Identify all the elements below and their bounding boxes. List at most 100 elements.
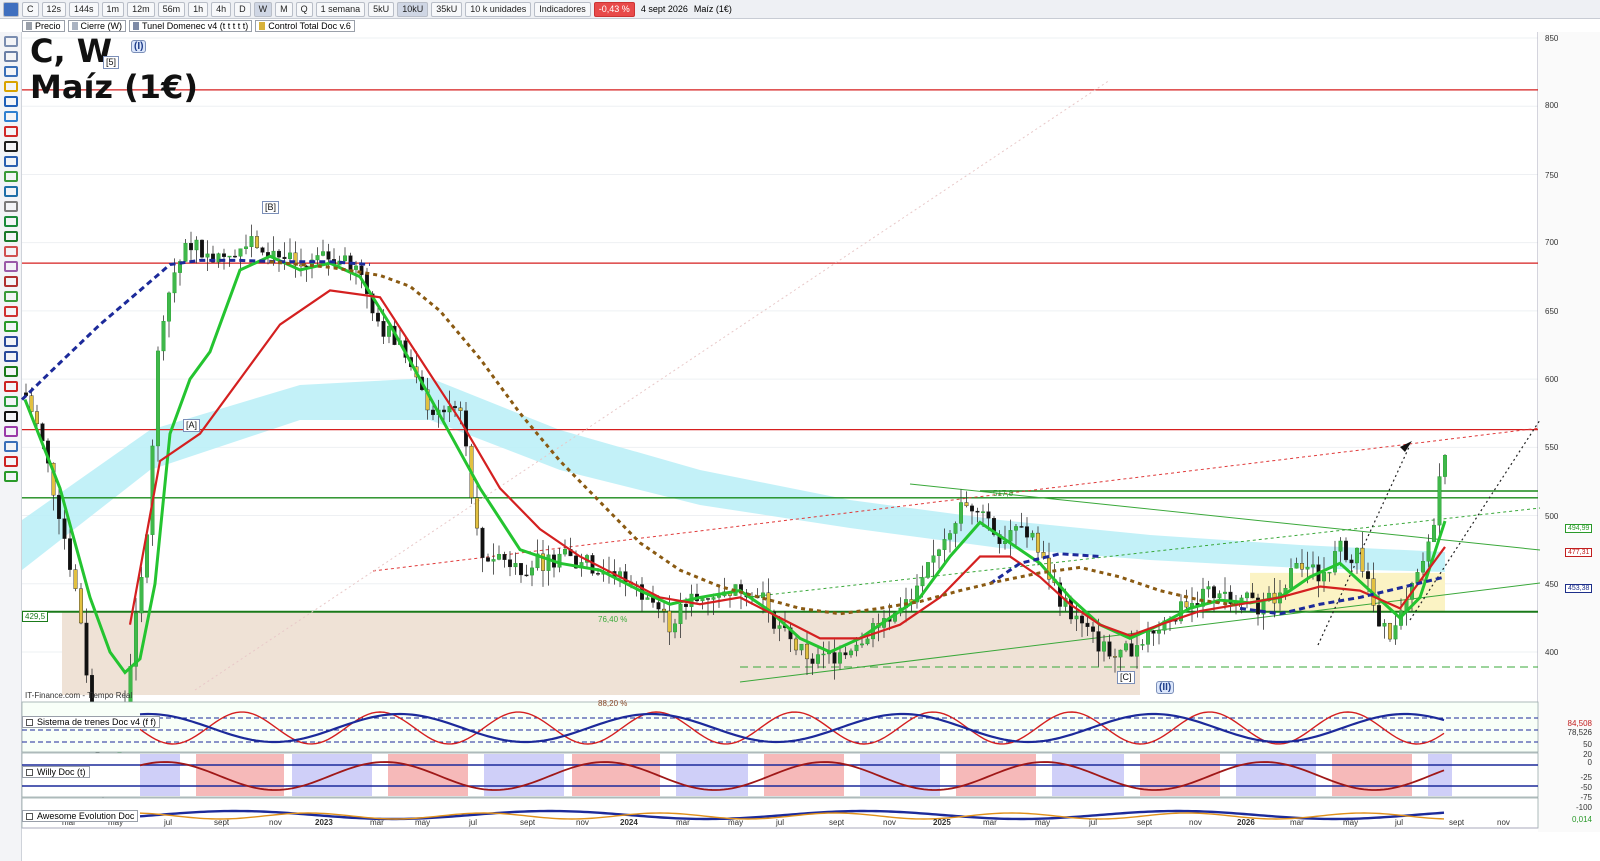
willy-band	[340, 754, 348, 796]
candle-body	[1437, 476, 1442, 526]
candle-body	[1151, 630, 1156, 634]
candle-body	[1382, 622, 1387, 627]
candle-body	[959, 502, 964, 524]
candle-body	[684, 603, 689, 607]
candle-body	[84, 622, 89, 676]
x-axis-label: sept	[1137, 818, 1153, 827]
x-axis-label: sept	[829, 818, 845, 827]
candle-body	[1217, 593, 1222, 599]
candle-body	[497, 554, 502, 560]
y-tick-label: 400	[1545, 648, 1559, 657]
willy-band	[796, 754, 804, 796]
willy-band	[1436, 754, 1444, 796]
willy-band	[788, 754, 796, 796]
candle-body	[821, 653, 826, 656]
willy-band	[556, 754, 564, 796]
candle-body	[1365, 571, 1370, 579]
candle-body	[1008, 530, 1013, 542]
candle-body	[277, 250, 282, 258]
willy-band	[1324, 754, 1332, 796]
candle-body	[563, 549, 568, 555]
candle-body	[546, 554, 551, 571]
candle-body	[431, 409, 436, 415]
willy-band	[396, 754, 404, 796]
candle-body	[249, 236, 254, 247]
subpanel-name: Awesome Evolution Doc	[37, 811, 135, 821]
willy-band	[852, 754, 860, 796]
candle-body	[1035, 532, 1040, 553]
candle-body	[133, 612, 138, 667]
candle-body	[508, 559, 513, 568]
wave-label: (I)	[131, 40, 147, 53]
willy-band	[252, 754, 260, 796]
candle-body	[596, 573, 601, 575]
willy-band	[948, 754, 956, 796]
candle-body	[1431, 524, 1436, 543]
candle-body	[238, 248, 243, 257]
x-axis-label: nov	[269, 818, 282, 827]
price-label-blue: 453,38	[1565, 584, 1593, 593]
willy-band	[364, 754, 372, 796]
subpanel-tag-awesome[interactable]: Awesome Evolution Doc	[22, 810, 139, 822]
y-tick-label: 450	[1545, 580, 1559, 589]
willy-band	[780, 754, 788, 796]
candle-body	[1244, 592, 1249, 599]
willy-band	[756, 754, 764, 796]
candle-body	[1299, 563, 1304, 570]
willy-band	[732, 754, 740, 796]
willy-band	[580, 754, 588, 796]
candle-body	[1019, 526, 1024, 528]
candle-body	[1393, 625, 1398, 640]
subpanel-tag-trenes[interactable]: Sistema de trenes Doc v4 (f f)	[22, 716, 161, 728]
willy-band	[188, 754, 196, 796]
willy-band	[812, 754, 820, 796]
candle-body	[1442, 455, 1447, 477]
candle-body	[700, 598, 705, 602]
candle-body	[1354, 547, 1359, 564]
willy-band	[1180, 754, 1188, 796]
ma-brown	[269, 260, 1241, 616]
willy-band	[420, 754, 428, 796]
candle-body	[1420, 561, 1425, 573]
candle-body	[232, 255, 237, 258]
willy-band	[612, 754, 620, 796]
y-tick-label: 800	[1545, 101, 1559, 110]
candle-body	[777, 625, 782, 629]
willy-band	[1444, 754, 1452, 796]
candle-body	[1079, 615, 1084, 624]
willy-band	[1052, 754, 1060, 796]
candle-body	[376, 312, 381, 322]
candle-body	[920, 577, 925, 587]
x-axis-label: nov	[883, 818, 896, 827]
candle-body	[1074, 615, 1079, 620]
candle-body	[953, 523, 958, 534]
checkbox-icon	[26, 812, 33, 820]
candle-body	[937, 549, 942, 556]
candle-body	[810, 658, 815, 664]
x-axis-label: jul	[469, 818, 478, 827]
candle-body	[1101, 641, 1106, 652]
x-axis-label: may	[415, 818, 431, 827]
candle-body	[673, 623, 678, 633]
candle-body	[711, 597, 716, 600]
candle-body	[1327, 571, 1332, 574]
willy-band	[180, 754, 188, 796]
candle-body	[1090, 626, 1095, 632]
willy-band	[1068, 754, 1076, 796]
y-tick-label: 550	[1545, 443, 1559, 452]
wave-label: [A]	[183, 419, 201, 432]
candle-body	[205, 253, 210, 258]
x-axis-label: nov	[1497, 818, 1510, 827]
willy-band	[308, 754, 316, 796]
willy-band	[1388, 754, 1396, 796]
candle-body	[453, 406, 458, 409]
trenes-value-5: 0	[1587, 758, 1592, 767]
willy-band	[892, 754, 900, 796]
candle-body	[667, 610, 672, 633]
candle-body	[480, 527, 485, 558]
willy-band	[596, 754, 604, 796]
price-chart[interactable]	[0, 0, 1600, 861]
willy-band	[316, 754, 324, 796]
candle-body	[1321, 572, 1326, 582]
subpanel-tag-willy[interactable]: Willy Doc (t)	[22, 766, 90, 778]
